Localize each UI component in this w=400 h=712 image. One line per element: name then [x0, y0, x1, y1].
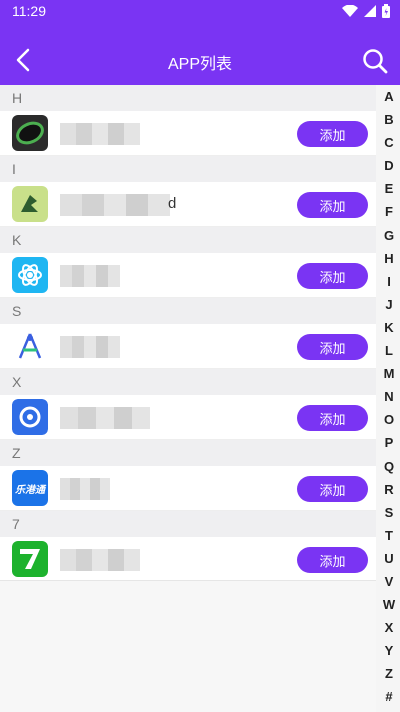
index-letter[interactable]: X: [378, 616, 400, 639]
index-letter[interactable]: P: [378, 431, 400, 454]
index-letter[interactable]: E: [378, 177, 400, 200]
add-button[interactable]: 添加: [297, 263, 368, 289]
section-header: I: [0, 156, 376, 182]
app-icon: 乐港通: [12, 470, 48, 506]
index-letter[interactable]: R: [378, 478, 400, 501]
index-letter[interactable]: U: [378, 547, 400, 570]
list-item: 添加: [0, 111, 376, 156]
index-letter[interactable]: O: [378, 408, 400, 431]
app-name: [60, 265, 120, 287]
add-button[interactable]: 添加: [297, 192, 368, 218]
index-letter[interactable]: S: [378, 501, 400, 524]
add-button[interactable]: 添加: [297, 121, 368, 147]
index-letter[interactable]: B: [378, 108, 400, 131]
index-letter[interactable]: A: [378, 85, 400, 108]
list-item: 添加: [0, 253, 376, 298]
section-header: H: [0, 85, 376, 111]
index-letter[interactable]: Z: [378, 662, 400, 685]
page-title: APP列表: [167, 56, 233, 73]
app-icon: [12, 186, 48, 222]
index-letter[interactable]: G: [378, 224, 400, 247]
index-letter[interactable]: J: [378, 293, 400, 316]
list-item: 乐港通 添加: [0, 466, 376, 511]
app-icon: [12, 328, 48, 364]
add-button[interactable]: 添加: [297, 405, 368, 431]
app-icon: [12, 541, 48, 577]
index-letter[interactable]: Y: [378, 639, 400, 662]
index-letter[interactable]: H: [378, 247, 400, 270]
app-name: [60, 194, 170, 216]
status-time: 11:29: [12, 3, 46, 19]
section-header: S: [0, 298, 376, 324]
app-icon: [12, 399, 48, 435]
section-header: Z: [0, 440, 376, 466]
index-letter[interactable]: K: [378, 316, 400, 339]
list-item: d 添加: [0, 182, 376, 227]
section-header: 7: [0, 511, 376, 537]
index-letter[interactable]: N: [378, 385, 400, 408]
app-icon: [12, 115, 48, 151]
add-button[interactable]: 添加: [297, 547, 368, 573]
index-letter[interactable]: Q: [378, 455, 400, 478]
index-letter[interactable]: L: [378, 339, 400, 362]
add-button[interactable]: 添加: [297, 476, 368, 502]
app-icon-text: 乐港通: [15, 484, 45, 496]
app-name: [60, 123, 140, 145]
app-name: [60, 407, 150, 429]
add-button[interactable]: 添加: [297, 334, 368, 360]
index-letter[interactable]: M: [378, 362, 400, 385]
app-name: [60, 549, 140, 571]
search-icon[interactable]: [360, 46, 390, 76]
index-letter[interactable]: F: [378, 200, 400, 223]
section-header: X: [0, 369, 376, 395]
index-letter[interactable]: D: [378, 154, 400, 177]
index-letter[interactable]: I: [378, 270, 400, 293]
wifi-icon: [342, 5, 358, 17]
list-item: 添加: [0, 395, 376, 440]
index-letter[interactable]: C: [378, 131, 400, 154]
empty-area: [0, 580, 376, 712]
section-header: K: [0, 227, 376, 253]
index-letter[interactable]: #: [378, 685, 400, 708]
app-bar: 11:29 APP列表: [0, 0, 400, 85]
app-name: [60, 336, 120, 358]
status-icons: [342, 4, 390, 18]
index-letter[interactable]: T: [378, 524, 400, 547]
list-item: 添加: [0, 537, 376, 582]
list-item: 添加: [0, 324, 376, 369]
status-bar: 11:29: [0, 0, 400, 24]
app-name: [60, 478, 110, 500]
index-letter[interactable]: V: [378, 570, 400, 593]
app-icon: [12, 257, 48, 293]
app-name-tail: d: [168, 195, 177, 212]
index-letter[interactable]: W: [378, 593, 400, 616]
battery-icon: [382, 4, 390, 18]
toolbar: APP列表: [0, 36, 400, 86]
signal-icon: [364, 5, 376, 17]
app-list: H 添加 I d 添加 K 添加 S 添加 X 添加 Z 乐港通 添加 7 添加: [0, 85, 376, 582]
alphabet-index[interactable]: A B C D E F G H I J K L M N O P Q R S T U V W X Y Z #: [378, 85, 400, 709]
